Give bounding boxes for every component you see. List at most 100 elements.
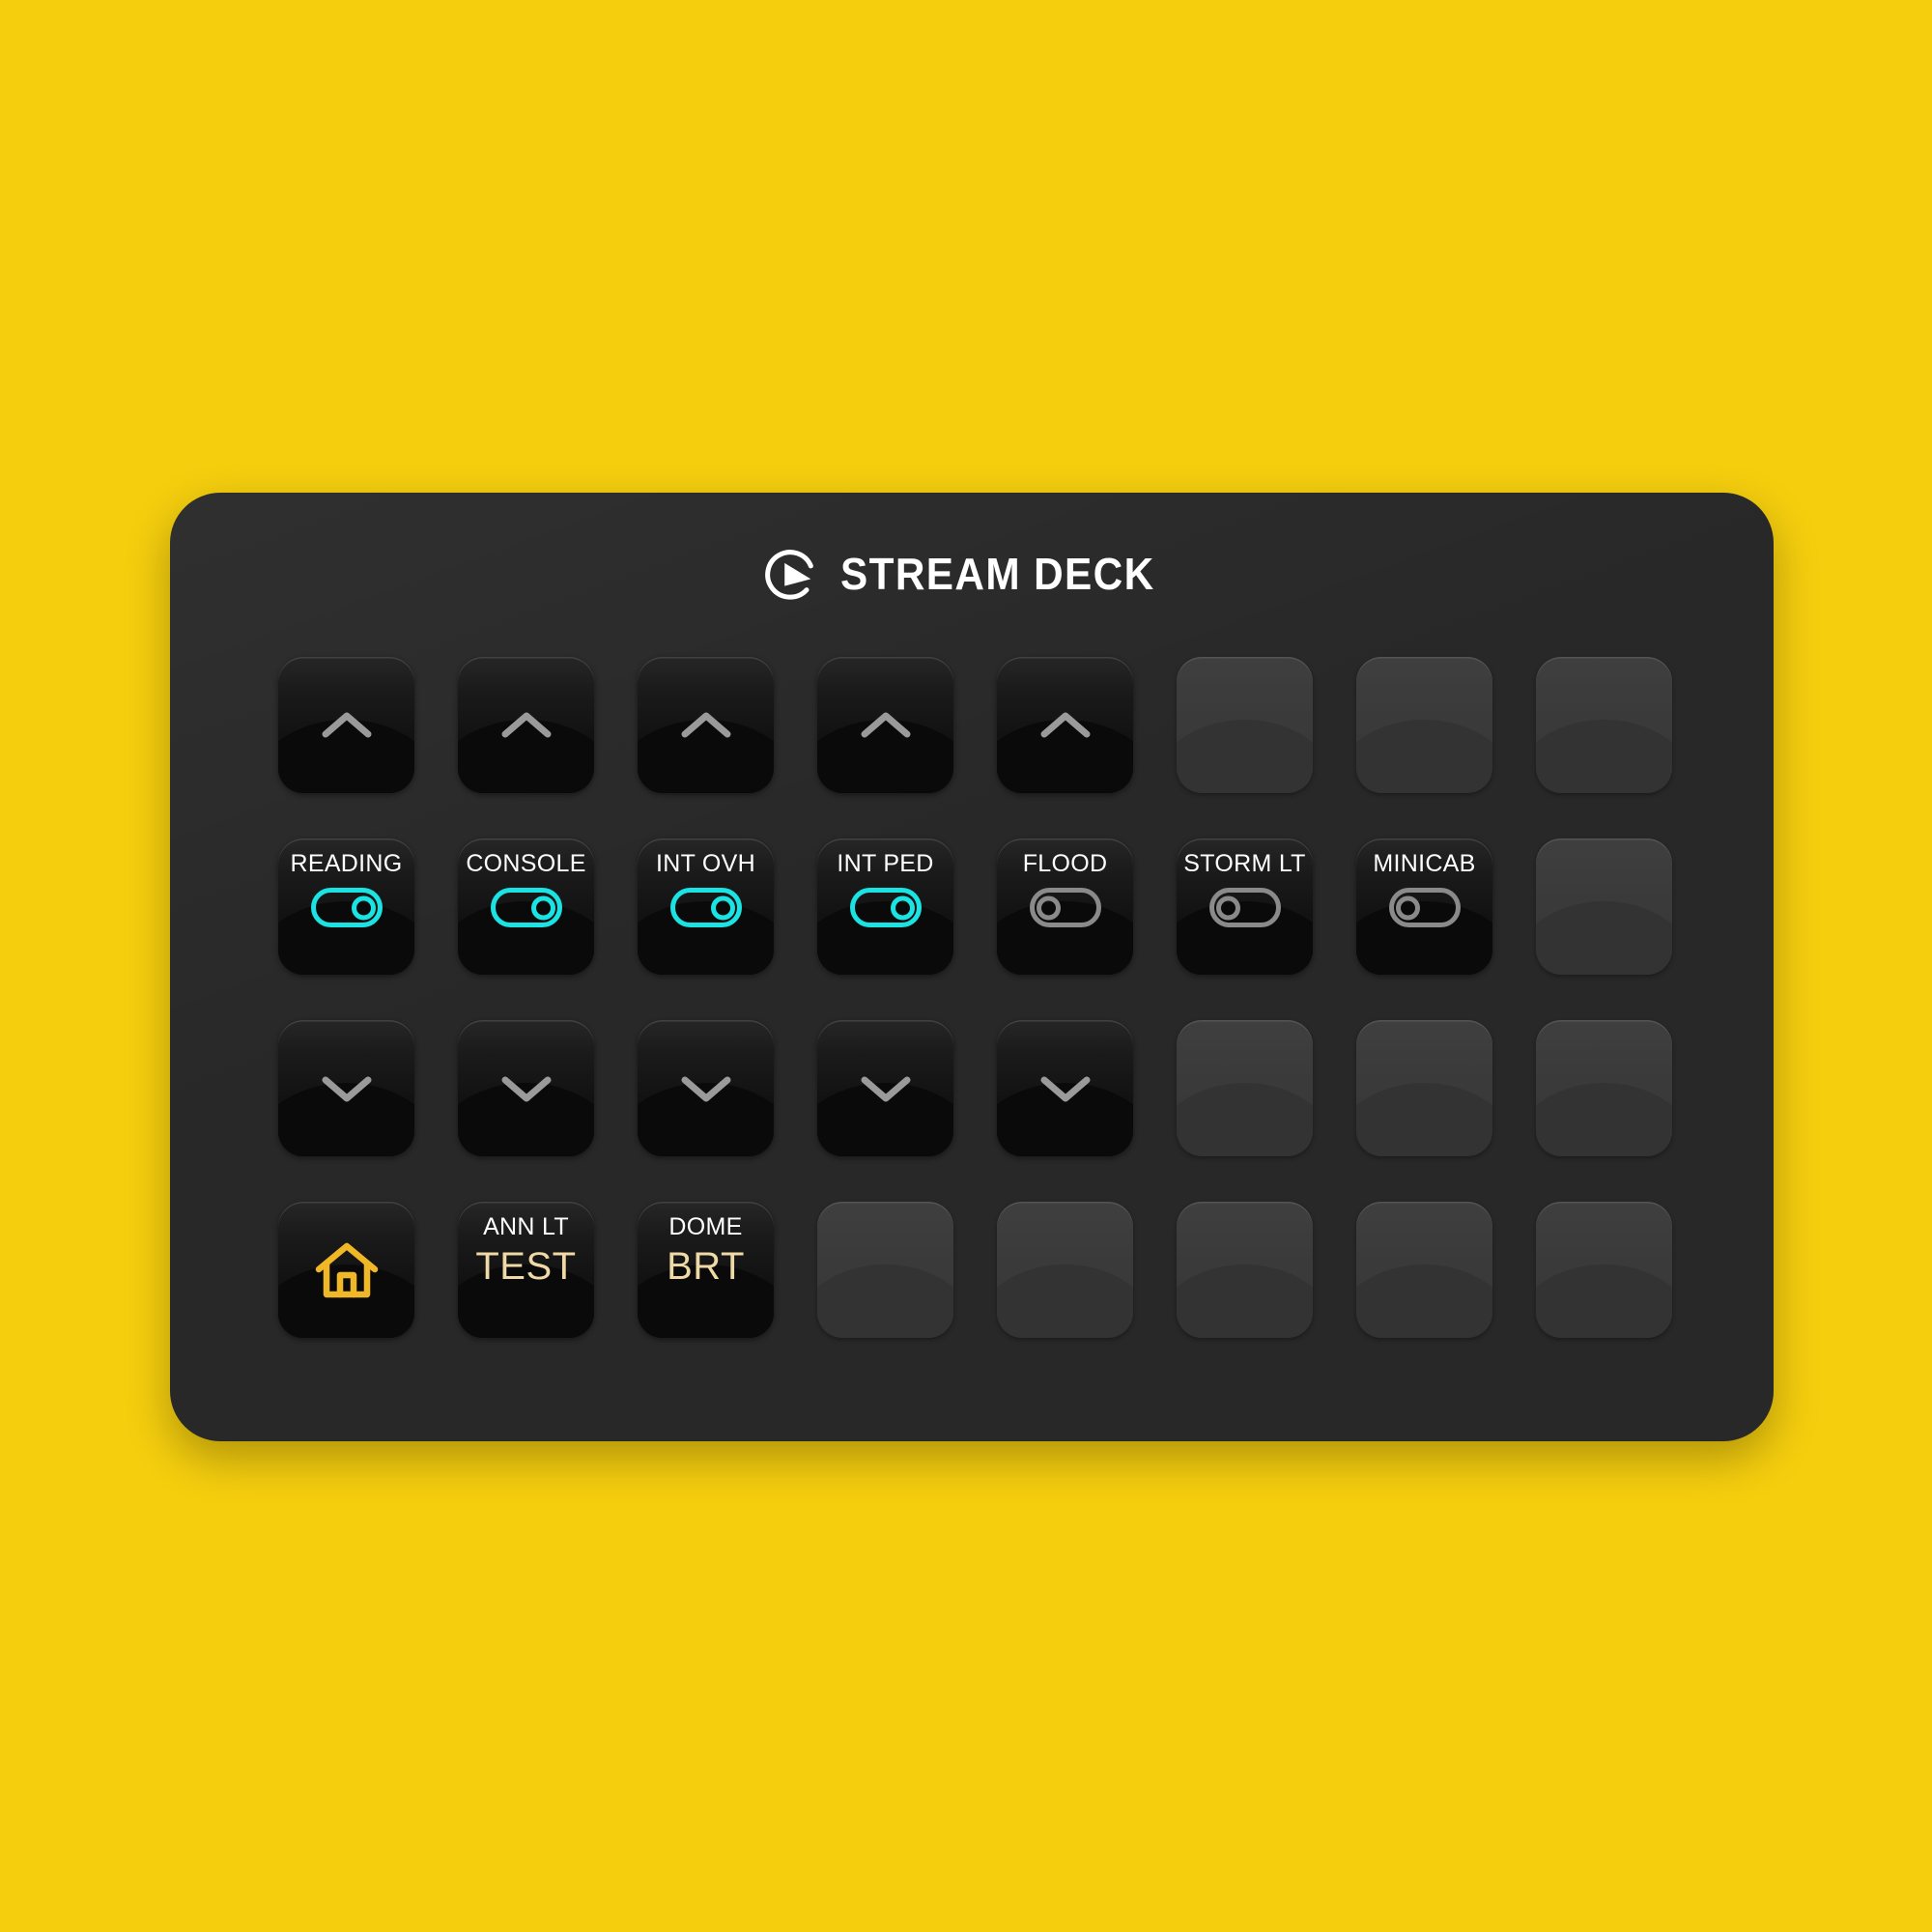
key-toggle-int-ovh[interactable]: INT OVH <box>638 838 774 975</box>
chevron-down-icon <box>681 1076 730 1101</box>
key-empty <box>1536 1202 1672 1338</box>
chevron-up-icon <box>1040 712 1090 737</box>
chevron-up-icon <box>501 712 551 737</box>
key-caption: STORM LT <box>1183 850 1306 877</box>
key-content <box>1536 838 1672 975</box>
toggle-on-icon[interactable] <box>490 888 562 927</box>
key-content: ANN LT TEST <box>458 1202 594 1338</box>
stream-deck-device: STREAM DECK READING CONSOLE INT OVH INT PED… <box>170 493 1774 1441</box>
key-caption: DOME <box>668 1213 743 1240</box>
key-caption: READING <box>290 850 403 877</box>
key-chevron-down[interactable] <box>817 1020 953 1156</box>
key-content <box>1177 1020 1313 1156</box>
brand-header: STREAM DECK <box>170 539 1774 609</box>
key-content <box>997 657 1133 793</box>
chevron-up-icon <box>861 712 910 737</box>
key-caption: ANN LT <box>483 1213 569 1240</box>
key-content <box>278 1020 414 1156</box>
key-chevron-up[interactable] <box>638 657 774 793</box>
key-empty <box>1356 1202 1492 1338</box>
key-caption: MINICAB <box>1373 850 1476 877</box>
key-empty <box>1177 657 1313 793</box>
chevron-down-icon <box>322 1076 371 1101</box>
key-dome[interactable]: DOME BRT <box>638 1202 774 1338</box>
key-content <box>1356 1020 1492 1156</box>
key-empty <box>1536 657 1672 793</box>
toggle-knob <box>1215 895 1240 920</box>
elgato-logo-icon <box>765 550 813 600</box>
key-content <box>458 1020 594 1156</box>
key-content <box>1536 1202 1672 1338</box>
key-toggle-console[interactable]: CONSOLE <box>458 838 594 975</box>
key-content <box>458 657 594 793</box>
key-caption: CONSOLE <box>466 850 586 877</box>
key-content: INT OVH <box>638 838 774 975</box>
brand-wordmark: STREAM DECK <box>840 549 1155 599</box>
key-content <box>817 657 953 793</box>
key-chevron-down[interactable] <box>638 1020 774 1156</box>
toggle-knob <box>530 895 555 920</box>
key-toggle-int-ped[interactable]: INT PED <box>817 838 953 975</box>
key-grid: READING CONSOLE INT OVH INT PED FLOOD STORM L… <box>278 657 1672 1338</box>
key-content <box>1536 1020 1672 1156</box>
key-caption: INT PED <box>837 850 934 877</box>
key-chevron-up[interactable] <box>458 657 594 793</box>
key-content: STORM LT <box>1177 838 1313 975</box>
key-content <box>278 1202 414 1338</box>
chevron-down-icon <box>1040 1076 1090 1101</box>
toggle-on-icon[interactable] <box>669 888 742 927</box>
toggle-off-icon[interactable] <box>1029 888 1101 927</box>
key-chevron-down[interactable] <box>997 1020 1133 1156</box>
key-content <box>997 1020 1133 1156</box>
key-content <box>997 1202 1133 1338</box>
key-empty <box>1177 1020 1313 1156</box>
toggle-off-icon[interactable] <box>1208 888 1281 927</box>
key-toggle-reading[interactable]: READING <box>278 838 414 975</box>
key-content <box>278 657 414 793</box>
key-value: BRT <box>667 1245 745 1288</box>
toggle-off-icon[interactable] <box>1388 888 1461 927</box>
key-content <box>638 657 774 793</box>
key-content: DOME BRT <box>638 1202 774 1338</box>
key-empty <box>1536 838 1672 975</box>
toggle-knob <box>710 895 735 920</box>
key-content <box>1177 657 1313 793</box>
key-empty <box>1356 657 1492 793</box>
toggle-knob <box>1395 895 1420 920</box>
key-toggle-storm-lt[interactable]: STORM LT <box>1177 838 1313 975</box>
key-toggle-minicab[interactable]: MINICAB <box>1356 838 1492 975</box>
key-empty <box>997 1202 1133 1338</box>
key-chevron-up[interactable] <box>278 657 414 793</box>
key-content <box>1356 1202 1492 1338</box>
chevron-down-icon <box>861 1076 910 1101</box>
key-value: TEST <box>475 1245 577 1288</box>
chevron-down-icon <box>501 1076 551 1101</box>
toggle-on-icon[interactable] <box>310 888 383 927</box>
key-content <box>1536 657 1672 793</box>
key-empty <box>1177 1202 1313 1338</box>
key-content: MINICAB <box>1356 838 1492 975</box>
key-content <box>1356 657 1492 793</box>
key-empty <box>1536 1020 1672 1156</box>
key-toggle-flood[interactable]: FLOOD <box>997 838 1133 975</box>
key-chevron-down[interactable] <box>278 1020 414 1156</box>
key-chevron-up[interactable] <box>997 657 1133 793</box>
key-chevron-up[interactable] <box>817 657 953 793</box>
key-content <box>638 1020 774 1156</box>
chevron-up-icon <box>322 712 371 737</box>
key-ann-lt[interactable]: ANN LT TEST <box>458 1202 594 1338</box>
toggle-knob <box>1036 895 1061 920</box>
chevron-up-icon <box>681 712 730 737</box>
key-content <box>817 1020 953 1156</box>
toggle-knob <box>351 895 376 920</box>
toggle-knob <box>890 895 915 920</box>
key-chevron-down[interactable] <box>458 1020 594 1156</box>
key-content: CONSOLE <box>458 838 594 975</box>
key-content: FLOOD <box>997 838 1133 975</box>
key-home[interactable] <box>278 1202 414 1338</box>
key-caption: INT OVH <box>655 850 756 877</box>
key-content: INT PED <box>817 838 953 975</box>
key-caption: FLOOD <box>1022 850 1108 877</box>
key-content <box>817 1202 953 1338</box>
toggle-on-icon[interactable] <box>849 888 922 927</box>
